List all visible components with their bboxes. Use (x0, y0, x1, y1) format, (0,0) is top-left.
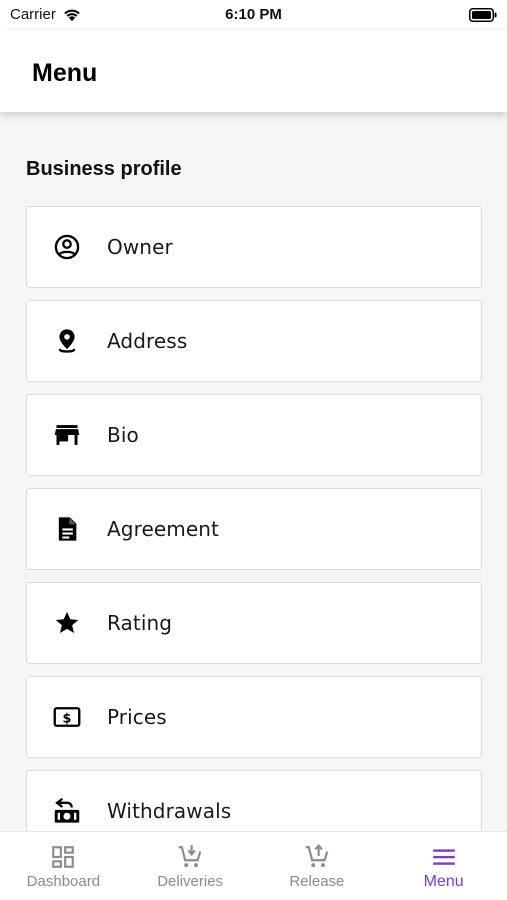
menu-item-label: Bio (107, 423, 139, 447)
dashboard-icon (52, 846, 75, 868)
tab-deliveries[interactable]: Deliveries (127, 832, 254, 900)
menu-item-owner[interactable]: Owner (26, 206, 482, 288)
document-icon (53, 515, 81, 543)
menu-item-prices[interactable]: $ Prices (26, 676, 482, 758)
tab-dashboard[interactable]: Dashboard (0, 832, 127, 900)
dollar-bill-icon: $ (53, 703, 81, 731)
section-title: Business profile (26, 158, 182, 180)
cart-down-icon (178, 845, 202, 868)
tab-label: Dashboard (26, 873, 101, 890)
cart-up-icon (305, 844, 329, 868)
app-header: Menu (0, 30, 507, 112)
hamburger-menu-icon (432, 849, 455, 865)
tab-menu[interactable]: Menu (380, 832, 507, 900)
tab-release[interactable]: Release (254, 832, 381, 900)
account-circle-icon (53, 233, 81, 261)
location-pin-icon (53, 327, 81, 355)
tab-label: Menu (423, 873, 464, 890)
bottom-navigation: Dashboard Deliveries Release Menu (0, 831, 507, 900)
cash-exchange-icon (53, 797, 81, 825)
svg-text:$: $ (63, 711, 72, 726)
business-profile-menu: Owner Address Bio Agreement Rating $ Pri… (26, 206, 482, 864)
menu-item-label: Prices (107, 705, 167, 729)
menu-item-label: Address (107, 329, 188, 353)
menu-item-label: Rating (107, 611, 173, 635)
tab-label: Release (289, 873, 345, 890)
menu-item-label: Withdrawals (107, 799, 232, 823)
status-bar: Carrier 6:10 PM (0, 0, 507, 30)
menu-item-bio[interactable]: Bio (26, 394, 482, 476)
status-time: 6:10 PM (225, 6, 282, 23)
storefront-icon (53, 421, 81, 449)
menu-item-agreement[interactable]: Agreement (26, 488, 482, 570)
tab-label: Deliveries (157, 873, 224, 890)
battery-icon (469, 8, 497, 26)
menu-item-rating[interactable]: Rating (26, 582, 482, 664)
page-title: Menu (32, 59, 98, 87)
menu-item-label: Owner (107, 235, 173, 259)
star-icon (53, 609, 81, 637)
menu-item-label: Agreement (107, 517, 219, 541)
menu-item-address[interactable]: Address (26, 300, 482, 382)
